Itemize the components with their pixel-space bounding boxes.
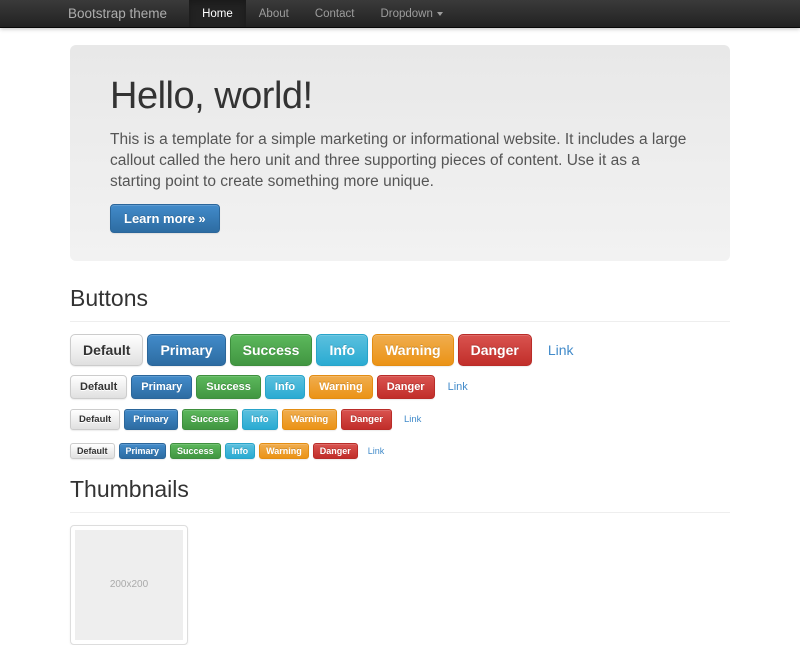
caret-down-icon xyxy=(437,12,443,16)
navbar-nav: Home About Contact Dropdown xyxy=(189,0,456,27)
thumbnails-section-header: Thumbnails xyxy=(70,476,730,513)
hero-description: This is a template for a simple marketin… xyxy=(110,129,690,192)
default-button-default[interactable]: Default xyxy=(70,375,127,399)
hero-title: Hello, world! xyxy=(110,77,690,117)
primary-button-small[interactable]: Primary xyxy=(124,409,177,430)
nav-item-contact[interactable]: Contact xyxy=(302,0,368,27)
info-button-small[interactable]: Info xyxy=(242,409,277,430)
buttons-heading: Buttons xyxy=(70,285,730,312)
warning-button-large[interactable]: Warning xyxy=(372,334,453,366)
warning-button-default[interactable]: Warning xyxy=(309,375,373,399)
navbar-brand[interactable]: Bootstrap theme xyxy=(68,0,181,27)
button-rows: DefaultPrimarySuccessInfoWarningDangerLi… xyxy=(70,334,730,460)
primary-button-extra-small[interactable]: Primary xyxy=(119,443,167,459)
hero-unit: Hello, world! This is a template for a s… xyxy=(70,45,730,261)
info-button-default[interactable]: Info xyxy=(265,375,305,399)
button-row-default: DefaultPrimarySuccessInfoWarningDangerLi… xyxy=(70,375,730,399)
button-row-extra-small: DefaultPrimarySuccessInfoWarningDanger Li… xyxy=(70,442,730,460)
button-row-small: DefaultPrimarySuccessInfoWarningDangerLi… xyxy=(70,409,730,430)
nav-item-about[interactable]: About xyxy=(246,0,302,27)
info-button-large[interactable]: Info xyxy=(316,334,368,366)
nav-item-dropdown-label: Dropdown xyxy=(380,0,432,28)
warning-button-small[interactable]: Warning xyxy=(282,409,338,430)
navbar: Bootstrap theme Home About Contact Dropd… xyxy=(0,0,800,28)
nav-item-about-label: About xyxy=(259,0,289,28)
success-button-small[interactable]: Success xyxy=(182,409,239,430)
danger-button-default[interactable]: Danger xyxy=(377,375,435,399)
button-row-large: DefaultPrimarySuccessInfoWarningDangerLi… xyxy=(70,334,730,366)
info-button-extra-small[interactable]: Info xyxy=(225,443,256,459)
buttons-section-header: Buttons xyxy=(70,285,730,322)
thumbnail[interactable]: 200x200 xyxy=(70,525,188,645)
thumbnail-placeholder-label: 200x200 xyxy=(110,579,148,590)
link-button-large[interactable]: Link xyxy=(536,335,586,365)
thumbnail-placeholder-image: 200x200 xyxy=(75,530,183,640)
warning-button-extra-small[interactable]: Warning xyxy=(259,443,309,459)
success-button-large[interactable]: Success xyxy=(230,334,313,366)
nav-item-home-label: Home xyxy=(202,0,233,28)
success-button-extra-small[interactable]: Success xyxy=(170,443,221,459)
learn-more-button[interactable]: Learn more » xyxy=(110,204,220,233)
danger-button-large[interactable]: Danger xyxy=(458,334,532,366)
primary-button-large[interactable]: Primary xyxy=(147,334,225,366)
danger-button-small[interactable]: Danger xyxy=(341,409,392,430)
primary-button-default[interactable]: Primary xyxy=(131,375,192,399)
link-button-extra-small[interactable]: Link xyxy=(362,444,391,458)
link-button-default[interactable]: Link xyxy=(439,376,477,398)
thumbnails-heading: Thumbnails xyxy=(70,476,730,503)
default-button-large[interactable]: Default xyxy=(70,334,143,366)
danger-button-extra-small[interactable]: Danger xyxy=(313,443,358,459)
default-button-extra-small[interactable]: Default xyxy=(70,443,115,459)
nav-item-home[interactable]: Home xyxy=(189,0,246,27)
link-button-small[interactable]: Link xyxy=(396,410,429,429)
nav-item-dropdown[interactable]: Dropdown xyxy=(367,0,455,27)
nav-item-contact-label: Contact xyxy=(315,0,355,28)
default-button-small[interactable]: Default xyxy=(70,409,120,430)
success-button-default[interactable]: Success xyxy=(196,375,261,399)
